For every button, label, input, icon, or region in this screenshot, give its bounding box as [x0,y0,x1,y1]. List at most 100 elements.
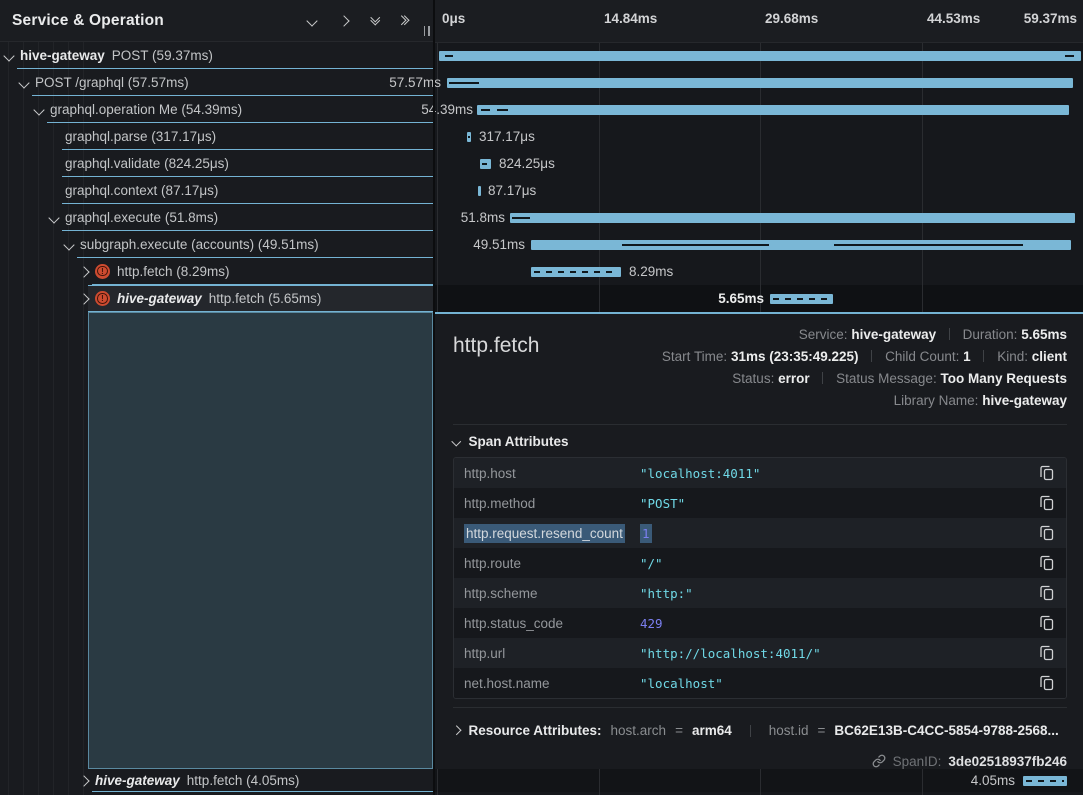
tree-row-graphql-validate[interactable]: graphql.validate (824.25μs) [0,150,433,177]
span-id-value: 3de02518937fb246 [948,754,1067,769]
chevron-down-icon[interactable] [3,50,14,61]
tree-row-graphql-execute[interactable]: graphql.execute (51.8ms) [0,204,433,231]
collapse-one-icon[interactable] [306,15,317,26]
span-label: graphql.parse (317.17μs) [65,129,216,144]
trace-viewer: Service & Operation hive-gateway POST (5… [0,0,1083,795]
duration-label: 87.17μs [488,177,536,204]
attribute-row-selected[interactable]: http.request.resend_count 1 [454,518,1066,548]
timeline-row[interactable]: 8.29ms [435,258,1083,285]
chevron-down-icon [452,436,461,445]
span-bar[interactable] [531,240,1071,250]
span-label: subgraph.execute (accounts) (49.51ms) [80,237,319,252]
meta-line: Status: error Status Message: Too Many R… [662,368,1067,390]
panel-title: Service & Operation [12,12,308,30]
error-icon: ! [95,264,110,279]
span-label: graphql.execute (51.8ms) [65,210,218,225]
span-bar[interactable] [531,267,621,277]
timeline-row[interactable]: 54.39ms [435,96,1083,123]
timeline-row[interactable]: 51.8ms [435,204,1083,231]
chevron-right-icon[interactable] [78,266,89,277]
tick-label: 14.84ms [604,11,657,26]
error-icon: ! [95,291,110,306]
copy-icon[interactable] [1028,555,1066,571]
expand-all-icon[interactable] [402,17,407,24]
attributes-table: http.host "localhost:4011" http.method "… [453,457,1067,699]
service-name: hive-gateway [95,773,180,788]
attribute-row[interactable]: http.host "localhost:4011" [454,458,1066,488]
service-name: hive-gateway [20,48,105,63]
selected-span-highlight [88,312,433,769]
tree-row-post-graphql[interactable]: POST /graphql (57.57ms) [0,69,433,96]
copy-icon[interactable] [1028,645,1066,661]
copy-icon[interactable] [1028,525,1066,541]
child-count-value: 1 [963,349,971,364]
tree-row-subgraph-execute[interactable]: subgraph.execute (accounts) (49.51ms) [0,231,433,258]
tick-label: 59.37ms [1024,11,1077,26]
attribute-row[interactable]: http.url "http://localhost:4011/" [454,638,1066,668]
span-bar[interactable] [467,132,471,142]
span-label: graphql.context (87.17μs) [65,183,218,198]
copy-icon[interactable] [1028,675,1066,691]
attribute-row[interactable]: http.status_code 429 [454,608,1066,638]
link-icon[interactable] [872,754,886,768]
attribute-row[interactable]: net.host.name "localhost" [454,668,1066,698]
attribute-row[interactable]: http.method "POST" [454,488,1066,518]
collapse-all-icon[interactable] [372,18,379,23]
tree-row-hive-gateway-post[interactable]: hive-gateway POST (59.37ms) [0,42,433,69]
timeline-row[interactable]: 317.17μs [435,123,1083,150]
timeline-row[interactable]: 57.57ms [435,69,1083,96]
span-bar[interactable] [510,213,1075,223]
resource-attributes-row[interactable]: Resource Attributes: host.arch = arm64 h… [453,712,1067,748]
timeline-row[interactable]: 87.17μs [435,177,1083,204]
duration-label: 54.39ms [421,96,473,123]
copy-icon[interactable] [1028,495,1066,511]
attribute-row[interactable]: http.route "/" [454,548,1066,578]
span-label: graphql.operation Me (54.39ms) [50,102,242,117]
span-bar[interactable] [447,78,1073,88]
duration-label: 51.8ms [461,204,505,231]
tree-row-graphql-parse[interactable]: graphql.parse (317.17μs) [0,123,433,150]
tree-row-http-fetch-4ms[interactable]: hive-gateway http.fetch (4.05ms) [0,769,433,792]
tree-row-graphql-context[interactable]: graphql.context (87.17μs) [0,177,433,204]
span-bar[interactable] [480,159,491,169]
span-bar[interactable] [477,105,1069,115]
span-bar[interactable] [478,186,481,196]
duration-label: 49.51ms [473,231,525,258]
span-label: graphql.validate (824.25μs) [65,156,229,171]
timeline-row[interactable]: 49.51ms [435,231,1083,258]
span-tree-panel: Service & Operation hive-gateway POST (5… [0,0,433,795]
copy-icon[interactable] [1028,585,1066,601]
panel-resize-handle[interactable] [424,26,430,36]
timeline-row[interactable] [435,42,1083,69]
chevron-down-icon[interactable] [63,239,74,250]
span-label: http.fetch (8.29ms) [117,264,230,279]
tick-label: 29.68ms [765,11,818,26]
chevron-down-icon[interactable] [48,212,59,223]
panel-divider[interactable] [433,0,435,795]
span-bar[interactable] [770,294,833,304]
service-value: hive-gateway [851,327,936,342]
chevron-right-icon[interactable] [78,775,89,786]
tree-header: Service & Operation [0,0,433,42]
copy-icon[interactable] [1028,465,1066,481]
timeline-row-selected[interactable]: 5.65ms [435,285,1083,312]
span-attributes-header[interactable]: Span Attributes [453,425,1067,457]
timeline-row[interactable]: 824.25μs [435,150,1083,177]
expand-one-icon[interactable] [338,15,349,26]
chevron-down-icon[interactable] [18,77,29,88]
tree-row-http-fetch-8ms[interactable]: ! http.fetch (8.29ms) [0,258,433,285]
span-label: http.fetch (4.05ms) [187,773,300,788]
tree-row-graphql-operation[interactable]: graphql.operation Me (54.39ms) [0,96,433,123]
span-bar[interactable] [439,51,1081,61]
duration-value: 5.65ms [1021,327,1067,342]
chevron-down-icon[interactable] [33,104,44,115]
meta-line: Service: hive-gateway Duration: 5.65ms [662,324,1067,346]
duration-label: 8.29ms [629,258,673,285]
attribute-row[interactable]: http.scheme "http:" [454,578,1066,608]
copy-icon[interactable] [1028,615,1066,631]
span-label: http.fetch (5.65ms) [209,291,322,306]
kind-value: client [1032,349,1067,364]
tree-row-http-fetch-5ms-selected[interactable]: ! hive-gateway http.fetch (5.65ms) [0,285,433,312]
duration-label: 5.65ms [718,285,764,312]
span-bar[interactable] [1023,776,1067,786]
